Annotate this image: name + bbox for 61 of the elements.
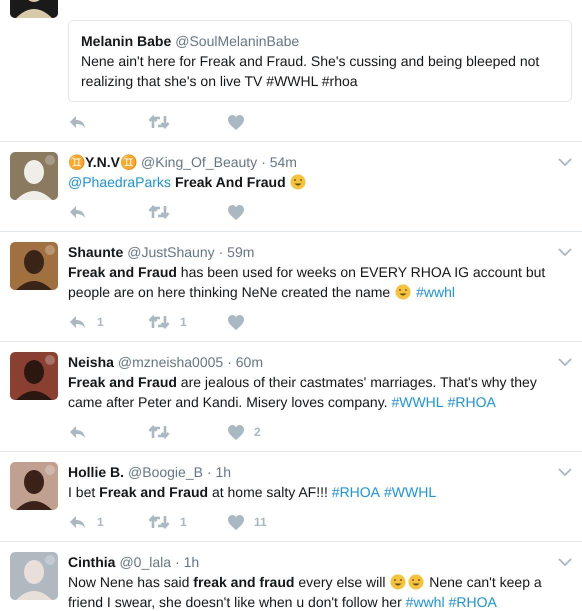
user-handle[interactable]: @Boogie_B <box>128 462 203 482</box>
emoji-icon <box>395 284 412 300</box>
user-handle[interactable]: @JustShauny <box>127 242 215 262</box>
tweet-text: Freak and Fraud are jealous of their castmates' marriages. That's why they came after Peter and Kandi. Misery loves company. #WWHL #RHOA <box>68 373 538 412</box>
hashtag-link[interactable]: #wwhl <box>406 594 445 610</box>
tweet-time[interactable]: · 1h <box>175 552 200 572</box>
chevron-down-icon[interactable] <box>558 248 572 256</box>
heart-icon[interactable] <box>228 204 244 220</box>
replies-count: 1 <box>97 514 104 531</box>
reply-icon[interactable] <box>68 424 87 440</box>
emoji-icon <box>390 574 406 590</box>
emoji-icon <box>408 574 424 590</box>
quoted-tweet-text: Nene ain't here for Freak and Fraud. She's cussing and being bleeped not realizing that she's on live TV #WWHL #rhoa <box>81 52 540 91</box>
retweet-icon[interactable] <box>148 314 170 330</box>
tweet-time[interactable]: · 1h <box>206 462 232 482</box>
retweet-icon[interactable] <box>148 424 170 440</box>
retweets-count: 1 <box>180 314 187 331</box>
chevron-down-icon[interactable] <box>558 158 572 166</box>
hashtag-link[interactable]: #RHOA <box>332 484 380 500</box>
user-handle: @SoulMelaninBabe <box>175 32 300 51</box>
hashtag-link[interactable]: #wwhl <box>416 284 456 300</box>
heart-icon[interactable] <box>228 314 244 330</box>
retweets-count: 1 <box>180 514 187 531</box>
hashtag-link[interactable]: #WWHL <box>384 484 436 500</box>
tweet-text: Now Nene has said freak and fraud every else will Nene can't keep a friend I swear, she doesn't like when u don't follow her #wwhl #RHOA <box>68 573 543 611</box>
user-handle[interactable]: @mzneisha0005 <box>118 352 224 372</box>
user-handle[interactable]: @0_lala <box>119 552 172 572</box>
heart-icon[interactable] <box>228 114 244 130</box>
tweet-text: I bet Freak and Fraud at home salty AF!!! #RHOA #WWHL <box>68 483 438 502</box>
quoted-tweet-card[interactable]: Melanin Babe @SoulMelaninBabe Nene ain't here for Freak and Fraud. She's cussing and being bleeped not realizing that she's on live TV #WWHL #rhoa <box>68 20 572 102</box>
user-name[interactable]: Hollie B. <box>68 462 124 482</box>
tweet-time[interactable]: · 60m <box>227 352 263 372</box>
emoji-icon <box>290 174 306 190</box>
chevron-down-icon[interactable] <box>558 558 572 566</box>
heart-icon[interactable] <box>228 514 244 530</box>
user-name[interactable]: Shaunte <box>68 242 124 262</box>
reply-icon[interactable] <box>68 204 87 220</box>
tweet-time[interactable]: · 54m <box>261 152 297 172</box>
reply-icon[interactable] <box>68 114 87 130</box>
chevron-down-icon[interactable] <box>558 468 572 476</box>
chevron-down-icon[interactable] <box>558 358 572 366</box>
reply-icon[interactable] <box>68 314 87 330</box>
hashtag-link[interactable]: @PhaedraParks <box>68 174 171 190</box>
hashtag-link[interactable]: #RHOA <box>448 594 497 610</box>
tweet-time[interactable]: · 59m <box>218 242 254 262</box>
user-name[interactable]: Neisha <box>68 352 114 372</box>
user-name: Melanin Babe <box>81 32 172 51</box>
tweet-text: Freak and Fraud has been used for weeks on EVERY RHOA IG account but people are on here thinking NeNe created the name #wwhl <box>68 263 546 302</box>
hashtag-link[interactable]: #RHOA <box>448 394 496 410</box>
user-handle[interactable]: @King_Of_Beauty <box>141 152 258 172</box>
retweet-icon[interactable] <box>148 114 170 130</box>
retweet-icon[interactable] <box>148 514 170 530</box>
heart-icon[interactable] <box>228 424 244 440</box>
user-name[interactable]: Cinthia <box>68 552 116 572</box>
tweet-text: @PhaedraParks Freak And Fraud <box>68 172 572 192</box>
hashtag-link[interactable]: #WWHL <box>391 394 444 410</box>
likes-count: 2 <box>254 424 261 441</box>
reply-icon[interactable] <box>68 514 87 530</box>
replies-count: 1 <box>97 314 104 331</box>
retweet-icon[interactable] <box>148 204 170 220</box>
likes-count: 11 <box>254 514 267 531</box>
